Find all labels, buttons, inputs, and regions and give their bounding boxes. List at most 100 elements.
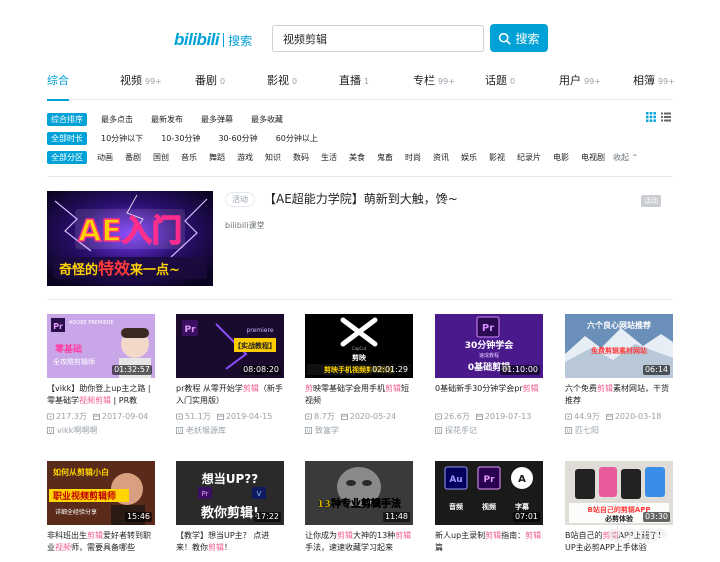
video-card[interactable]: 如何从剪辑小白 职业视频剪辑师 详细全经验分享 15:46 非科班出生剪辑爱好者… xyxy=(47,461,155,554)
zone-item[interactable]: 时尚 xyxy=(405,152,421,163)
svg-text:U: U xyxy=(49,429,53,434)
filter-over-60min[interactable]: 60分钟以上 xyxy=(276,133,318,144)
tab-topic[interactable]: 话题 0 xyxy=(485,72,515,100)
filter-most-favorites[interactable]: 最多收藏 xyxy=(251,114,283,125)
video-title[interactable]: 剪映零基础学会用手机剪辑短视频 xyxy=(305,383,413,407)
tab-video[interactable]: 视频 99+ xyxy=(120,72,162,100)
divider xyxy=(47,176,673,177)
play-count-icon xyxy=(47,413,54,420)
uploader[interactable]: U 老妖猴源库 xyxy=(176,425,284,436)
zone-item[interactable]: 鬼畜 xyxy=(377,152,393,163)
tab-album[interactable]: 相簿 99+ xyxy=(633,72,675,100)
list-view-icon[interactable] xyxy=(661,112,671,122)
tab-movie[interactable]: 影视 0 xyxy=(267,72,297,100)
video-title[interactable]: 【vikk】助你登上up主之路 | 零基础学视频剪辑 | PR教 xyxy=(47,383,155,407)
zone-item[interactable]: 动画 xyxy=(97,152,113,163)
tab-article[interactable]: 专栏 99+ xyxy=(413,72,455,100)
zone-item[interactable]: 影视 xyxy=(489,152,505,163)
video-title[interactable]: 六个免费剪辑素材网站，干货推荐 xyxy=(565,383,673,407)
featured-title[interactable]: 【AE超能力学院】萌新到大触，馋~ xyxy=(264,190,458,207)
zone-item[interactable]: 音乐 xyxy=(181,152,197,163)
video-title[interactable]: 0基础新手30分钟学会pr剪辑 xyxy=(435,383,543,407)
zone-item[interactable]: 美食 xyxy=(349,152,365,163)
zone-item[interactable]: 国创 xyxy=(153,152,169,163)
svg-text:A: A xyxy=(518,474,526,485)
uploader[interactable]: U 探花手记 xyxy=(435,425,543,436)
filter-most-danmaku[interactable]: 最多弹幕 xyxy=(201,114,233,125)
uploader[interactable]: Uvikk啊啊啊 xyxy=(47,425,155,436)
tab-count: 0 xyxy=(510,77,516,86)
video-thumbnail[interactable]: 六个良心网站推荐 免费剪辑素材网站 06:14 xyxy=(565,314,673,378)
uploader-name: 致富学 xyxy=(315,426,339,435)
zone-item[interactable]: 游戏 xyxy=(237,152,253,163)
title-part: | PR教 xyxy=(111,396,138,405)
video-duration: 15:46 xyxy=(124,512,152,522)
zone-item[interactable]: 娱乐 xyxy=(461,152,477,163)
order-filter-selected[interactable]: 综合排序 xyxy=(47,112,87,126)
title-part: 六个免费 xyxy=(565,384,597,393)
video-card[interactable]: Pr ADOBE PREMIERE 零基础 全攻略剪辑师 01:32:57 【v… xyxy=(47,314,155,436)
filter-under-10min[interactable]: 10分钟以下 xyxy=(101,133,143,144)
thumbnail-text: 教你剪辑! xyxy=(200,505,259,521)
video-title[interactable]: pr教程 从零开始学剪辑（新手入门实用版） xyxy=(176,383,284,407)
duration-filter-selected[interactable]: 全部时长 xyxy=(47,131,87,145)
zone-item[interactable]: 知识 xyxy=(265,152,281,163)
video-thumbnail[interactable]: 如何从剪辑小白 职业视频剪辑师 详细全经验分享 15:46 xyxy=(47,461,155,525)
video-thumbnail[interactable]: B站自己的剪辑APP 必剪体验 03:30 xyxy=(565,461,673,525)
video-card[interactable]: Pr premiere 【实战教程】 08:08:20 pr教程 从零开始学剪辑… xyxy=(176,314,284,436)
uploader[interactable]: U 匹七阳 xyxy=(565,425,673,436)
video-thumbnail[interactable]: 13种专业剪辑手法 11:48 xyxy=(305,461,413,525)
featured-thumbnail[interactable]: AE入门 奇怪的特效来一点~ xyxy=(47,191,213,286)
video-duration: 03:30 xyxy=(642,512,670,522)
zone-filter-selected[interactable]: 全部分区 xyxy=(47,150,87,164)
zone-item[interactable]: 资讯 xyxy=(433,152,449,163)
filter-30-60min[interactable]: 30-60分钟 xyxy=(218,133,257,144)
title-part: 非科班出生 xyxy=(47,531,87,540)
video-title[interactable]: 让你成为剪辑大神的13种剪辑手法，速速收藏学习起来 xyxy=(305,530,413,554)
tab-all[interactable]: 综合 xyxy=(47,72,69,101)
video-card[interactable]: Au Pr A 音频 视频 字幕 07:01 新人up主录制剪辑指南：剪辑篇 xyxy=(435,461,543,554)
zone-collapse-toggle[interactable]: 收起 ⌃ xyxy=(613,152,638,163)
video-title[interactable]: 【教学】想当UP主？ 点进来！教你剪辑！ xyxy=(176,530,284,554)
video-thumbnail[interactable]: 想当UP?? Pr V 教你剪辑! 17:22 xyxy=(176,461,284,525)
zone-item[interactable]: 纪录片 xyxy=(517,152,541,163)
zone-item[interactable]: 电视剧 xyxy=(581,152,605,163)
filter-10-30min[interactable]: 10-30分钟 xyxy=(161,133,200,144)
tab-bangumi[interactable]: 番剧 0 xyxy=(195,72,225,100)
zone-item[interactable]: 番剧 xyxy=(125,152,141,163)
tab-count: 1 xyxy=(364,77,370,86)
filter-newest[interactable]: 最新发布 xyxy=(151,114,183,125)
grid-view-icon[interactable] xyxy=(646,112,656,122)
video-thumbnail[interactable]: Au Pr A 音频 视频 字幕 07:01 xyxy=(435,461,543,525)
collapse-label: 收起 xyxy=(613,152,629,162)
video-thumbnail[interactable]: Pr ADOBE PREMIERE 零基础 全攻略剪辑师 01:32:57 xyxy=(47,314,155,378)
title-highlight: 剪辑 xyxy=(242,384,259,393)
video-card[interactable]: Pr 30分钟学会 速成教程 0基础剪辑 01:10:00 0基础新手30分钟学… xyxy=(435,314,543,436)
uploader[interactable]: U 致富学 xyxy=(305,425,413,436)
video-card[interactable]: 13种专业剪辑手法 11:48 让你成为剪辑大神的13种剪辑手法，速速收藏学习起… xyxy=(305,461,413,554)
search-button[interactable]: 搜索 xyxy=(490,24,548,52)
zone-item[interactable]: 舞蹈 xyxy=(209,152,225,163)
featured-author[interactable]: bilibili课堂 xyxy=(225,220,265,231)
search-input[interactable] xyxy=(272,25,484,52)
play-count-icon xyxy=(305,413,312,420)
zone-item[interactable]: 生活 xyxy=(321,152,337,163)
filter-most-clicks[interactable]: 最多点击 xyxy=(101,114,133,125)
play-count-icon xyxy=(565,413,572,420)
video-title[interactable]: 新人up主录制剪辑指南：剪辑篇 xyxy=(435,530,543,554)
video-thumbnail[interactable]: Pr 30分钟学会 速成教程 0基础剪辑 01:10:00 xyxy=(435,314,543,378)
bilibili-logo[interactable]: bilibili 搜索 xyxy=(174,30,252,50)
thumbnail-text: 零基础 xyxy=(54,343,82,355)
zone-item[interactable]: 数码 xyxy=(293,152,309,163)
video-card[interactable]: 想当UP?? Pr V 教你剪辑! 17:22 【教学】想当UP主？ 点进来！教… xyxy=(176,461,284,554)
tab-live[interactable]: 直播 1 xyxy=(339,72,369,100)
video-card[interactable]: CapCut 剪映 剪映手机视频剪辑教程 02:01:29 剪映零基础学会用手机… xyxy=(305,314,413,436)
video-title[interactable]: 非科班出生剪辑爱好者转到职业视频师，需要具备哪些 xyxy=(47,530,155,554)
zone-item[interactable]: 电影 xyxy=(553,152,569,163)
video-thumbnail[interactable]: Pr premiere 【实战教程】 08:08:20 xyxy=(176,314,284,378)
thumbnail-text: B站自己的剪辑APP xyxy=(587,505,650,514)
tab-user[interactable]: 用户 99+ xyxy=(559,72,601,100)
video-thumbnail[interactable]: CapCut 剪映 剪映手机视频剪辑教程 02:01:29 xyxy=(305,314,413,378)
title-highlight: 剪辑 xyxy=(385,384,401,393)
video-card[interactable]: 六个良心网站推荐 免费剪辑素材网站 06:14 六个免费剪辑素材网站，干货推荐 … xyxy=(565,314,673,436)
